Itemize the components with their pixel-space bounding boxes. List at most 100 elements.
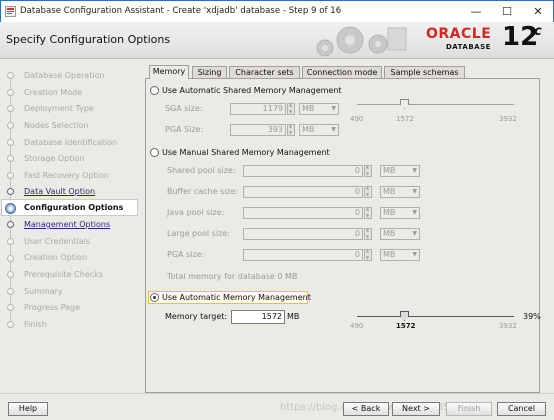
step-progress-page: Progress Page xyxy=(24,303,81,312)
step-storage-option: Storage Option xyxy=(24,154,85,163)
amm-slider-value: 1572 xyxy=(396,322,416,330)
manual-pga-input[interactable]: 0 xyxy=(243,249,363,261)
step-user-credentials: User Credentials xyxy=(24,237,91,246)
page-title: Specify Configuration Options xyxy=(6,33,171,46)
pga-size-input[interactable]: 393 xyxy=(230,124,286,136)
maximize-button[interactable]: ☐ xyxy=(492,1,522,22)
sga-size-input[interactable]: 1179 xyxy=(230,103,286,115)
dbca-app-icon xyxy=(5,6,16,17)
amm-label[interactable]: Use Automatic Memory Management xyxy=(162,293,311,302)
step-database-operation: Database Operation xyxy=(24,71,105,80)
memory-target-input[interactable]: 1572 xyxy=(231,310,285,324)
next-button[interactable]: Next > xyxy=(392,402,440,416)
cancel-button[interactable]: Cancel xyxy=(497,402,546,416)
step-marker xyxy=(7,155,14,162)
sga-size-label: SGA size: xyxy=(165,104,203,113)
asmm-slider-track[interactable] xyxy=(357,104,514,105)
chevron-down-icon: ▼ xyxy=(331,105,336,112)
large-pool-unit-select[interactable]: MB ▼ xyxy=(380,228,420,240)
asmm-slider-min: 490 xyxy=(350,115,364,123)
large-pool-input[interactable]: 0 xyxy=(243,228,363,240)
step-marker xyxy=(7,72,14,79)
buffer-cache-unit-select[interactable]: MB ▼ xyxy=(380,186,420,198)
pga-size-label: PGA Size: xyxy=(165,125,204,134)
large-pool-label: Large pool size: xyxy=(167,229,230,238)
step-configuration-options: Configuration Options xyxy=(24,203,124,212)
finish-button[interactable]: Finish xyxy=(446,402,492,416)
shared-pool-input[interactable]: 0 xyxy=(243,165,363,177)
step-creation-mode: Creation Mode xyxy=(24,88,83,97)
pga-unit-select[interactable]: MB ▼ xyxy=(299,124,339,136)
window-title: Database Configuration Assistant - Creat… xyxy=(20,6,342,16)
step-marker xyxy=(7,304,14,311)
asmm-slider-max: 3932 xyxy=(499,115,517,123)
total-memory-label: Total memory for database 0 MB xyxy=(167,272,298,281)
chevron-down-icon: ▼ xyxy=(412,251,417,258)
sga-size-spinner[interactable] xyxy=(287,102,295,115)
memory-target-unit: MB xyxy=(287,312,300,321)
amm-percent: 39% xyxy=(523,312,541,321)
amm-slider-track[interactable] xyxy=(357,316,514,317)
back-button[interactable]: < Back xyxy=(343,402,389,416)
manual-memory-radio[interactable] xyxy=(150,148,159,157)
step-marker xyxy=(7,105,14,112)
buffer-cache-spinner[interactable] xyxy=(364,185,372,198)
step-marker xyxy=(7,271,14,278)
manual-pga-spinner[interactable] xyxy=(364,248,372,261)
step-finish: Finish xyxy=(24,320,47,329)
step-marker xyxy=(7,321,14,328)
step-deployment-type: Deployment Type xyxy=(24,104,94,113)
amm-radio[interactable] xyxy=(150,293,159,302)
amm-slider-min: 490 xyxy=(350,322,364,330)
step-marker xyxy=(7,288,14,295)
step-database-identification: Database Identification xyxy=(24,138,118,147)
chevron-down-icon: ▼ xyxy=(412,230,417,237)
step-management-options[interactable]: Management Options xyxy=(24,218,110,232)
step-summary: Summary xyxy=(24,287,63,296)
java-pool-input[interactable]: 0 xyxy=(243,207,363,219)
manual-pga-label: PGA size: xyxy=(167,250,205,259)
page-header: Specify Configuration Options ORACLE DAT… xyxy=(0,22,554,59)
step-prerequisite-checks: Prerequisite Checks xyxy=(24,270,103,279)
step-fast-recovery-option: Fast Recovery Option xyxy=(24,171,109,180)
asmm-slider-value: 1572 xyxy=(396,115,414,123)
step-marker xyxy=(7,255,14,262)
gears-graphic xyxy=(316,26,407,57)
step-marker xyxy=(7,172,14,179)
tab-memory[interactable]: Memory xyxy=(149,65,189,79)
asmm-radio[interactable] xyxy=(150,86,159,95)
java-pool-spinner[interactable] xyxy=(364,206,372,219)
step-marker xyxy=(7,238,14,245)
chevron-down-icon: ▼ xyxy=(331,126,336,133)
step-data-vault-option[interactable]: Data Vault Option xyxy=(24,185,95,199)
asmm-label[interactable]: Use Automatic Shared Memory Management xyxy=(162,86,342,95)
step-marker xyxy=(7,122,14,129)
help-button[interactable]: Help xyxy=(8,402,48,416)
step-marker xyxy=(7,188,14,195)
manual-pga-unit-select[interactable]: MB ▼ xyxy=(380,249,420,261)
amm-slider-max: 3932 xyxy=(499,322,517,330)
step-marker xyxy=(7,89,14,96)
step-marker xyxy=(7,221,14,228)
version-badge: 12 c xyxy=(502,22,542,52)
memory-target-label: Memory target: xyxy=(165,312,228,321)
step-marker xyxy=(7,139,14,146)
oracle-logo: ORACLE DATABASE xyxy=(426,26,492,51)
window-titlebar[interactable]: Database Configuration Assistant - Creat… xyxy=(0,0,554,22)
close-button[interactable]: ✕ xyxy=(523,1,553,22)
java-pool-unit-select[interactable]: MB ▼ xyxy=(380,207,420,219)
minimize-button[interactable]: — xyxy=(461,1,491,22)
manual-memory-label[interactable]: Use Manual Shared Memory Management xyxy=(162,148,330,157)
shared-pool-label: Shared pool size: xyxy=(167,166,236,175)
shared-pool-unit-select[interactable]: MB ▼ xyxy=(380,165,420,177)
chevron-down-icon: ▼ xyxy=(412,167,417,174)
pga-size-spinner[interactable] xyxy=(287,123,295,136)
buffer-cache-label: Buffer cache size: xyxy=(167,187,239,196)
shared-pool-spinner[interactable] xyxy=(364,164,372,177)
step-navigation: Database Operation Creation Mode Deploym… xyxy=(0,59,139,393)
buffer-cache-input[interactable]: 0 xyxy=(243,186,363,198)
current-step-icon xyxy=(5,203,16,214)
large-pool-spinner[interactable] xyxy=(364,227,372,240)
step-creation-option: Creation Option xyxy=(24,253,88,262)
sga-unit-select[interactable]: MB ▼ xyxy=(299,103,339,115)
